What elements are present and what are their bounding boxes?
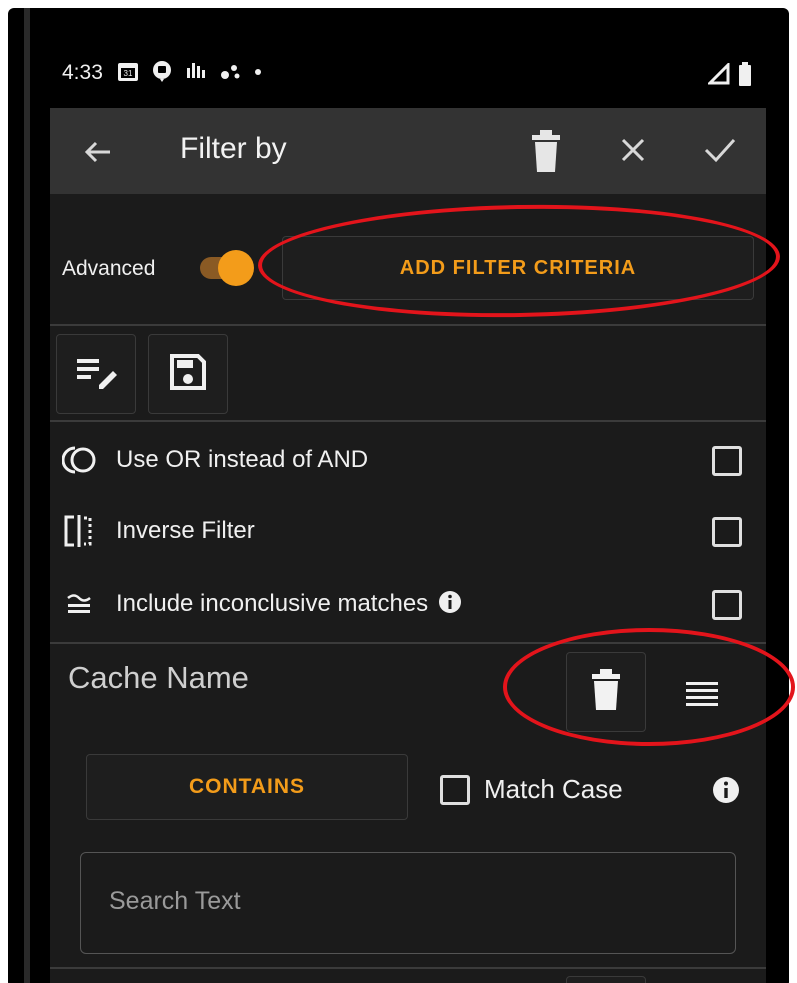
info-icon[interactable] xyxy=(712,776,740,804)
edit-list-button[interactable] xyxy=(56,334,136,414)
option-label: Inverse Filter xyxy=(116,517,255,544)
filter-section-title: Cache Name xyxy=(68,660,249,695)
inconclusive-checkbox[interactable] xyxy=(712,590,742,620)
trash-icon[interactable] xyxy=(528,128,564,174)
advanced-toggle[interactable] xyxy=(196,250,254,286)
inverse-filter-icon xyxy=(62,515,96,547)
app-screen: 4:33 31 Filter by Advanced ADD FILTER CR… xyxy=(50,38,766,983)
page-title: Filter by xyxy=(180,132,287,165)
approx-equal-icon xyxy=(62,588,96,620)
status-bar: 4:33 31 xyxy=(50,38,766,108)
svg-text:31: 31 xyxy=(123,69,132,78)
divider xyxy=(50,967,766,969)
search-placeholder: Search Text xyxy=(109,887,241,915)
app-bar: Filter by xyxy=(50,108,766,194)
back-arrow-icon[interactable] xyxy=(80,134,116,170)
status-time: 4:33 xyxy=(62,61,103,84)
match-case-checkbox[interactable] xyxy=(440,775,470,805)
divider xyxy=(50,324,766,326)
toggle-thumb xyxy=(218,250,254,286)
or-logic-icon xyxy=(61,444,96,476)
annotation-ellipse xyxy=(503,628,795,746)
close-icon[interactable] xyxy=(615,132,651,168)
status-right-icons xyxy=(706,61,752,91)
battery-icon xyxy=(738,62,752,91)
check-icon[interactable] xyxy=(700,132,740,168)
inverse-filter-checkbox[interactable] xyxy=(712,517,742,547)
dot-icon xyxy=(253,60,263,87)
option-use-or: Use OR instead of AND xyxy=(50,430,766,490)
use-or-checkbox[interactable] xyxy=(712,446,742,476)
nfc-icon xyxy=(219,60,241,87)
save-icon xyxy=(168,352,208,397)
edit-list-icon xyxy=(75,355,117,394)
option-inconclusive: Include inconclusive matches xyxy=(50,574,766,634)
next-card-button[interactable] xyxy=(566,976,646,983)
calendar-icon: 31 xyxy=(117,60,139,87)
divider xyxy=(50,420,766,422)
cell-signal-icon xyxy=(706,61,730,90)
notification-icon xyxy=(151,60,173,87)
option-label: Use OR instead of AND xyxy=(116,446,369,473)
option-inverse-filter: Inverse Filter xyxy=(50,501,766,561)
match-case-label: Match Case xyxy=(484,774,623,804)
save-button[interactable] xyxy=(148,334,228,414)
phone-bezel xyxy=(24,8,30,983)
signal-bars-icon xyxy=(185,60,207,87)
info-icon[interactable] xyxy=(438,590,462,614)
search-text-input[interactable]: Search Text xyxy=(80,852,736,954)
advanced-label: Advanced xyxy=(62,257,156,280)
option-label: Include inconclusive matches xyxy=(116,590,462,618)
option-label-text: Include inconclusive matches xyxy=(116,590,429,617)
operator-button[interactable]: CONTAINS xyxy=(86,754,408,820)
